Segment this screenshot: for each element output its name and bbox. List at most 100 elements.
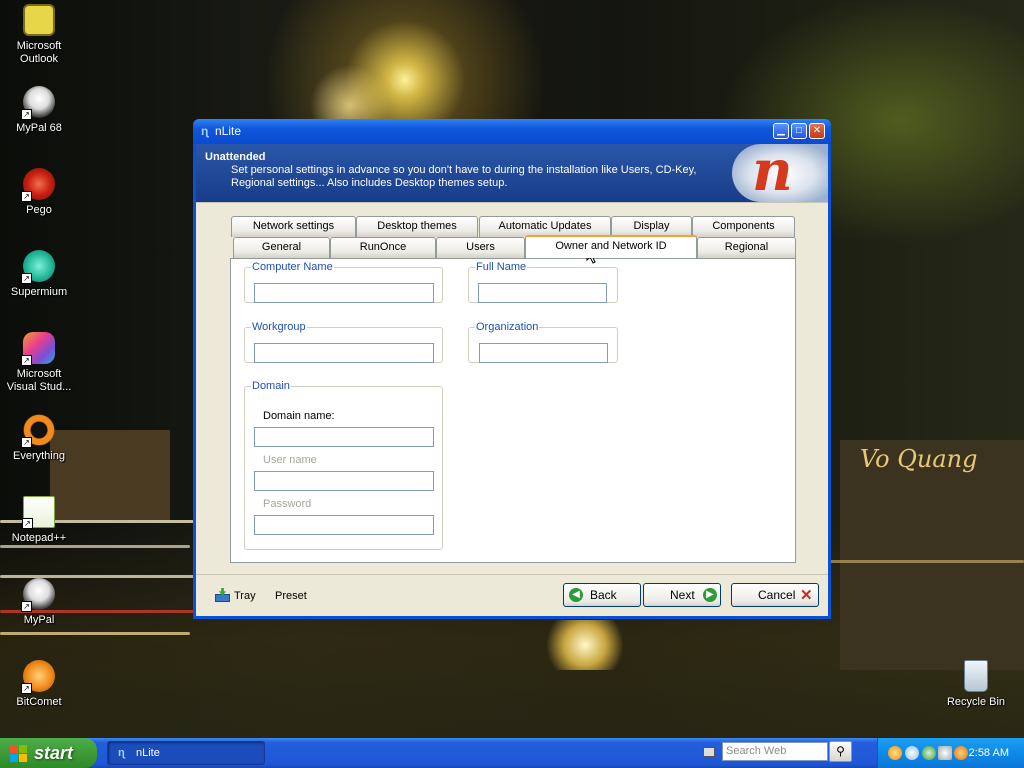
tray-icon[interactable] bbox=[215, 588, 230, 602]
tab-owner-and-network-id[interactable]: Owner and Network ID bbox=[525, 235, 697, 258]
back-arrow-icon: ◀ bbox=[569, 588, 583, 602]
search-web-input[interactable]: Search Web bbox=[722, 742, 828, 761]
close-icon: ✕ bbox=[812, 125, 822, 136]
next-arrow-icon: ▶ bbox=[703, 588, 717, 602]
keyboard-icon[interactable] bbox=[703, 747, 715, 757]
desktop-icon-label: Everything bbox=[13, 450, 65, 462]
shortcut-arrow-icon: ↗ bbox=[21, 273, 32, 284]
desktop-icon-everything[interactable]: ↗ Everything bbox=[0, 414, 78, 463]
tab-users[interactable]: Users bbox=[436, 237, 525, 258]
full-name-legend: Full Name bbox=[476, 261, 527, 273]
user-name-input[interactable] bbox=[254, 471, 434, 491]
shortcut-arrow-icon: ↗ bbox=[21, 601, 32, 612]
close-button[interactable]: ✕ bbox=[809, 123, 825, 139]
tab-label: Desktop themes bbox=[377, 220, 457, 232]
domain-name-label: Domain name: bbox=[263, 410, 335, 422]
mypal-icon: ↗ bbox=[21, 578, 55, 612]
bitcomet-tray-icon[interactable] bbox=[888, 746, 902, 760]
domain-legend: Domain bbox=[252, 380, 290, 392]
nlite-taskbar-icon: ɳ bbox=[118, 747, 125, 759]
minimize-icon: ▁ bbox=[777, 125, 785, 136]
taskbar: start ɳ nLite Search Web ⚲ 2:58 AM bbox=[0, 738, 1024, 768]
tab-label: Users bbox=[466, 241, 495, 253]
wallpaper-building bbox=[840, 440, 1024, 670]
light-streak bbox=[0, 545, 190, 548]
organization-input[interactable] bbox=[479, 343, 608, 363]
page-body: Network settings Desktop themes Automati… bbox=[196, 202, 828, 595]
cancel-x-icon: ✕ bbox=[800, 587, 813, 604]
desktop-icon-label: MyPal bbox=[23, 614, 55, 626]
workgroup-legend: Workgroup bbox=[252, 321, 306, 333]
cancel-button-label: Cancel bbox=[758, 588, 796, 602]
everything-icon: ↗ bbox=[21, 414, 55, 448]
maximize-icon: □ bbox=[795, 125, 803, 136]
nlite-logo: n bbox=[732, 138, 828, 204]
tab-automatic-updates[interactable]: Automatic Updates bbox=[479, 216, 611, 237]
tab-components[interactable]: Components bbox=[692, 216, 795, 237]
wallpaper-sign: Vo Quang bbox=[860, 445, 978, 473]
tab-label: Network settings bbox=[252, 220, 335, 232]
desktop-icon-mypal[interactable]: ↗ MyPal bbox=[0, 578, 78, 627]
domain-name-input[interactable] bbox=[254, 427, 434, 447]
everything-tray-icon[interactable] bbox=[954, 746, 968, 760]
computer-name-input[interactable] bbox=[254, 283, 434, 303]
shortcut-arrow-icon: ↗ bbox=[22, 518, 33, 529]
organization-legend: Organization bbox=[476, 321, 539, 333]
tab-label: General bbox=[261, 241, 302, 253]
tab-runonce[interactable]: RunOnce bbox=[330, 237, 436, 258]
cancel-button[interactable]: Cancel ✕ bbox=[731, 583, 819, 607]
desktop-icon-label: Microsoft Visual Stud... bbox=[6, 368, 72, 393]
light-streak bbox=[830, 560, 1024, 563]
computer-name-legend: Computer Name bbox=[252, 261, 333, 273]
preset-link[interactable]: Preset bbox=[275, 590, 307, 602]
desktop-icon-pego[interactable]: ↗ Pego bbox=[0, 168, 78, 217]
shortcut-arrow-icon: ↗ bbox=[21, 683, 32, 694]
page-title: Unattended bbox=[205, 151, 266, 163]
desktop-icon-visual-studio[interactable]: ↗ Microsoft Visual Stud... bbox=[0, 332, 78, 394]
desktop-icon-mypal68[interactable]: ↗ MyPal 68 bbox=[0, 86, 78, 135]
maximize-button[interactable]: □ bbox=[791, 123, 807, 139]
clock[interactable]: 2:58 AM bbox=[969, 738, 1009, 768]
recycle-bin-icon bbox=[964, 660, 988, 692]
nlite-window: ɳ nLite ▁ □ ✕ Unattended Set personal set… bbox=[193, 119, 831, 619]
taskbar-item-nlite[interactable]: ɳ nLite bbox=[107, 741, 265, 765]
tab-desktop-themes[interactable]: Desktop themes bbox=[356, 216, 478, 237]
start-label: start bbox=[34, 743, 74, 763]
network-tray-icon[interactable] bbox=[922, 746, 936, 760]
search-button[interactable]: ⚲ bbox=[829, 741, 852, 762]
tray-link[interactable]: Tray bbox=[234, 590, 256, 602]
page-description: Set personal settings in advance so you … bbox=[231, 164, 697, 189]
desktop-icon-label: MyPal 68 bbox=[16, 122, 62, 134]
tab-network-settings[interactable]: Network settings bbox=[231, 216, 356, 237]
search-icon: ⚲ bbox=[836, 744, 845, 758]
window-title: nLite bbox=[215, 124, 242, 138]
password-label: Password bbox=[263, 498, 312, 510]
tab-regional[interactable]: Regional bbox=[697, 237, 796, 258]
next-button[interactable]: Next ▶ bbox=[643, 583, 721, 607]
window-titlebar[interactable]: ɳ nLite ▁ □ ✕ bbox=[193, 119, 831, 144]
tab-label: Display bbox=[633, 220, 670, 232]
desktop-icon-supermium[interactable]: ↗ Supermium bbox=[0, 250, 78, 299]
start-button[interactable]: start bbox=[0, 738, 97, 768]
desktop-icon-outlook[interactable]: Microsoft Outlook bbox=[0, 4, 78, 66]
shop-light bbox=[540, 620, 630, 670]
volume-tray-icon[interactable] bbox=[938, 746, 952, 760]
outlook-icon bbox=[23, 4, 55, 36]
desktop-icon-label: Microsoft Outlook bbox=[16, 40, 62, 65]
desktop-icon-recycle-bin[interactable]: Recycle Bin bbox=[937, 660, 1015, 709]
tab-general[interactable]: General bbox=[233, 237, 330, 258]
nlite-logo-icon: n bbox=[752, 138, 793, 204]
desktop-icon-label: Supermium bbox=[10, 286, 68, 298]
search-tray-icon[interactable] bbox=[905, 746, 919, 760]
workgroup-input[interactable] bbox=[254, 343, 434, 363]
back-button[interactable]: ◀ Back bbox=[563, 583, 641, 607]
minimize-button[interactable]: ▁ bbox=[773, 123, 789, 139]
desktop-icon-bitcomet[interactable]: ↗ BitComet bbox=[0, 660, 78, 709]
tab-display[interactable]: Display bbox=[611, 216, 692, 237]
password-input[interactable] bbox=[254, 515, 434, 535]
desktop-icon-notepadpp[interactable]: ↗ Notepad++ bbox=[0, 496, 78, 545]
shortcut-arrow-icon: ↗ bbox=[21, 437, 32, 448]
full-name-input[interactable] bbox=[478, 283, 607, 303]
taskbar-item-label: nLite bbox=[136, 747, 160, 759]
system-tray: 2:58 AM bbox=[877, 738, 1024, 768]
